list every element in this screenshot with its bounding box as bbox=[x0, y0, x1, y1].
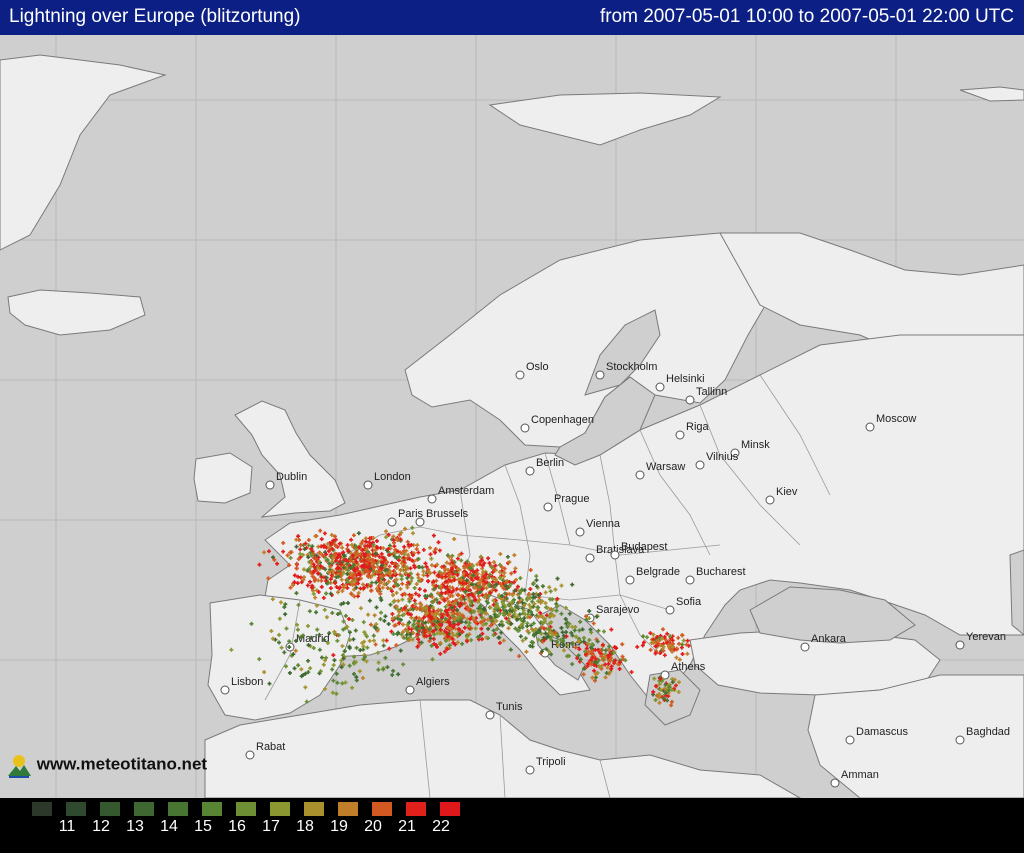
city-marker-prague bbox=[543, 502, 553, 512]
time-range: from 2007-05-01 10:00 to 2007-05-01 22:0… bbox=[599, 6, 1014, 27]
city-label: Dublin bbox=[276, 471, 307, 483]
city-label: Sofia bbox=[676, 596, 702, 608]
city-marker-paris bbox=[387, 517, 397, 527]
city-marker-amman bbox=[830, 778, 840, 788]
europe-map[interactable]: London Dublin Paris Brussels Amsterdam Berlin… bbox=[0, 35, 1024, 798]
brand-url: www.meteotitano.net bbox=[36, 754, 208, 774]
city-marker-damascus bbox=[845, 735, 855, 745]
city-label: Warsaw bbox=[646, 461, 685, 473]
city-marker-algiers bbox=[405, 685, 415, 695]
legend-swatch bbox=[270, 802, 290, 816]
city-label: Moscow bbox=[876, 413, 916, 425]
city-marker-stockholm bbox=[595, 370, 605, 380]
city-label: Kiev bbox=[776, 486, 798, 498]
city-marker-dublin bbox=[265, 480, 275, 490]
city-label: Damascus bbox=[856, 726, 908, 738]
legend-swatch bbox=[236, 802, 256, 816]
legend-swatch bbox=[66, 802, 86, 816]
city-label: Vilnius bbox=[706, 451, 739, 463]
city-marker-tripoli bbox=[525, 765, 535, 775]
legend-swatch bbox=[100, 802, 120, 816]
city-marker-tunis bbox=[485, 710, 495, 720]
city-label: Algiers bbox=[416, 676, 450, 688]
city-label: Tunis bbox=[496, 701, 523, 713]
legend-swatch bbox=[338, 802, 358, 816]
city-marker-helsinki bbox=[655, 382, 665, 392]
city-marker-sofia bbox=[665, 605, 675, 615]
city-marker-berlin bbox=[525, 466, 535, 476]
city-marker-lisbon bbox=[220, 685, 230, 695]
city-label: Yerevan bbox=[966, 631, 1006, 643]
legend-hour-label: 22 bbox=[432, 818, 450, 835]
city-marker-bucharest bbox=[685, 575, 695, 585]
city-label: Amman bbox=[841, 769, 879, 781]
city-label: Bucharest bbox=[696, 566, 746, 578]
city-label: Baghdad bbox=[966, 726, 1010, 738]
header-bar: Lightning over Europe (blitzortung) from… bbox=[0, 0, 1024, 35]
city-marker-ankara bbox=[800, 642, 810, 652]
city-label: Oslo bbox=[526, 361, 549, 373]
city-label: Riga bbox=[686, 421, 710, 433]
city-label: Rabat bbox=[256, 741, 285, 753]
city-marker-moscow bbox=[865, 422, 875, 432]
city-label: London bbox=[374, 471, 411, 483]
city-label: Sarajevo bbox=[596, 604, 639, 616]
city-label: Vienna bbox=[586, 518, 621, 530]
city-marker-bratislava bbox=[585, 553, 595, 563]
legend-swatch bbox=[32, 802, 52, 816]
city-marker-vilnius bbox=[695, 460, 705, 470]
legend-swatch bbox=[304, 802, 324, 816]
city-label: Stockholm bbox=[606, 361, 657, 373]
legend-swatch bbox=[372, 802, 392, 816]
lightning-map-screen: Lightning over Europe (blitzortung) from… bbox=[0, 0, 1024, 853]
city-marker-rabat bbox=[245, 750, 255, 760]
city-label: Budapest bbox=[621, 541, 667, 553]
city-label: Prague bbox=[554, 493, 589, 505]
city-label: Tripoli bbox=[536, 756, 566, 768]
caspian-sea bbox=[1009, 549, 1024, 636]
legend-swatch bbox=[168, 802, 188, 816]
legend-swatch bbox=[440, 802, 460, 816]
map-title: Lightning over Europe (blitzortung) bbox=[9, 6, 301, 27]
city-label: Belgrade bbox=[636, 566, 680, 578]
city-marker-baghdad bbox=[955, 735, 965, 745]
city-marker-kiev bbox=[765, 495, 775, 505]
meteotitano-logo-icon bbox=[6, 752, 32, 778]
city-label: Berlin bbox=[536, 457, 564, 469]
city-marker-amsterdam bbox=[427, 494, 437, 504]
city-label: Tallinn bbox=[696, 386, 727, 398]
city-marker-budapest bbox=[610, 550, 620, 560]
legend-swatch bbox=[134, 802, 154, 816]
city-label: Amsterdam bbox=[438, 485, 494, 497]
city-marker-brussels bbox=[415, 517, 425, 527]
city-marker-vienna bbox=[575, 527, 585, 537]
city-marker-yerevan bbox=[955, 640, 965, 650]
time-legend: 11 12 13 14 15 16 17 18 19 20 21 22 bbox=[0, 798, 1024, 853]
city-marker-tallinn bbox=[685, 395, 695, 405]
city-marker-oslo bbox=[515, 370, 525, 380]
city-marker-warsaw bbox=[635, 470, 645, 480]
legend-swatch bbox=[406, 802, 426, 816]
brand-watermark[interactable]: www.meteotitano.net bbox=[6, 752, 207, 778]
city-label: Lisbon bbox=[231, 676, 263, 688]
legend-swatch bbox=[202, 802, 222, 816]
city-label: Helsinki bbox=[666, 373, 705, 385]
city-label: Ankara bbox=[811, 633, 847, 645]
city-label: Athens bbox=[671, 661, 706, 673]
map-svg: LondonDublinParis BrusselsAmsterdamBerlin… bbox=[0, 35, 1024, 798]
city-label: Minsk bbox=[741, 439, 770, 451]
city-label: Brussels bbox=[426, 508, 469, 520]
city-marker-copenhagen bbox=[520, 423, 530, 433]
city-marker-riga bbox=[675, 430, 685, 440]
city-marker-london bbox=[363, 480, 373, 490]
city-marker-belgrade bbox=[625, 575, 635, 585]
city-label: Copenhagen bbox=[531, 414, 594, 426]
